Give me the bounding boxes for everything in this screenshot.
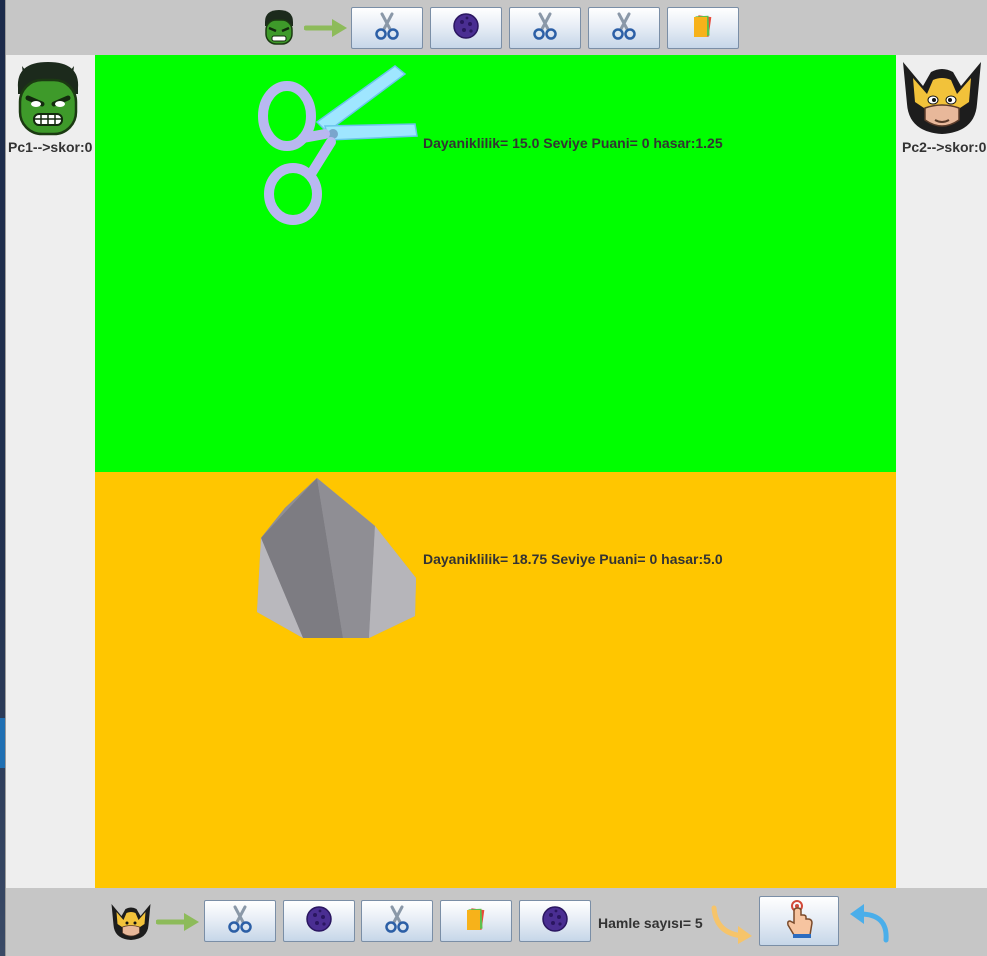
rock-icon [540, 904, 570, 939]
pc1-panel: Pc1-->skor:0 [6, 55, 95, 888]
top-toolbar [6, 0, 987, 55]
bottom-toolbar: Hamle sayısı= 5 [6, 888, 987, 956]
hand-pointer-icon [782, 899, 816, 944]
arrow-right-icon [155, 910, 202, 939]
rock-icon [255, 476, 420, 646]
scissors-icon [372, 11, 402, 46]
arrow-right-icon [303, 16, 350, 45]
wolverine-icon [901, 58, 983, 143]
curved-arrow-right-icon [710, 904, 756, 949]
pc1-object-stats: Dayaniklilik= 15.0 Seviye Puani= 0 hasar… [423, 135, 723, 151]
paper-icon [461, 904, 491, 939]
bottom-choice-button-5[interactable] [519, 900, 591, 942]
game-window: Pc1-->skor:0 Dayaniklilik= 15.0 Seviye P… [5, 0, 987, 956]
scissors-icon [255, 60, 420, 230]
wolverine-icon [110, 902, 152, 947]
top-choice-button-3[interactable] [509, 7, 581, 49]
top-choice-button-2[interactable] [430, 7, 502, 49]
play-turn-button[interactable] [759, 896, 839, 946]
scissors-icon [530, 11, 560, 46]
rock-icon [451, 11, 481, 46]
scissors-icon [225, 904, 255, 939]
top-choice-button-1[interactable] [351, 7, 423, 49]
bottom-choice-button-3[interactable] [361, 900, 433, 942]
pc1-score: Pc1-->skor:0 [8, 139, 93, 155]
paper-icon [688, 11, 718, 46]
top-choice-button-5[interactable] [667, 7, 739, 49]
bottom-choice-button-2[interactable] [283, 900, 355, 942]
undo-arrow-icon[interactable] [846, 902, 892, 949]
top-choice-button-4[interactable] [588, 7, 660, 49]
bottom-choice-button-1[interactable] [204, 900, 276, 942]
pc1-arena: Dayaniklilik= 15.0 Seviye Puani= 0 hasar… [95, 55, 896, 472]
rock-icon [304, 904, 334, 939]
hulk-icon [261, 8, 297, 53]
scissors-icon [382, 904, 412, 939]
pc2-arena: Dayaniklilik= 18.75 Seviye Puani= 0 hasa… [95, 472, 896, 888]
move-count: Hamle sayısı= 5 [598, 915, 703, 931]
bottom-choice-button-4[interactable] [440, 900, 512, 942]
pc2-object-stats: Dayaniklilik= 18.75 Seviye Puani= 0 hasa… [423, 551, 723, 567]
scissors-icon [609, 11, 639, 46]
pc2-panel: Pc2-->skor:0 [896, 55, 987, 888]
pc2-score: Pc2-->skor:0 [902, 139, 987, 155]
hulk-icon [12, 58, 84, 141]
